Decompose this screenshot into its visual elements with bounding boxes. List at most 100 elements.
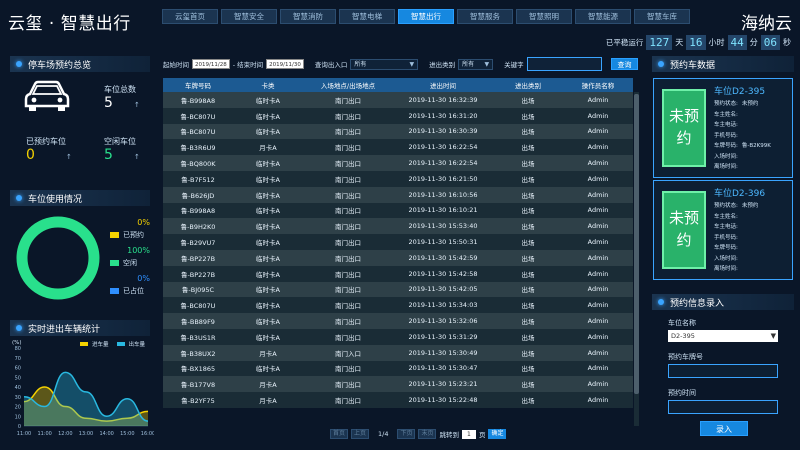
table-row[interactable]: 鲁-BJ095C 临时卡A 南门出口 2019-11-30 15:42:05 出场 Adm… [163, 281, 633, 298]
tab-travel[interactable]: 智慧出行 [398, 9, 454, 24]
realtime-chart: 0 10 20 30 40 50 60 70 80 11:00 11:00 12:00 13:00 14:… [15, 346, 154, 437]
goto-button[interactable]: 确定 [488, 429, 507, 439]
x-tick-label: 13:00 [79, 431, 93, 437]
tab-elevator[interactable]: 智慧电梯 [339, 9, 395, 24]
tab-home[interactable]: 云玺首页 [162, 9, 218, 24]
slot-field-label: 入场时间: [714, 153, 738, 160]
table-row[interactable]: 鲁-B626JD 临时卡A 南门出口 2019-11-30 16:10:56 出场 Adm… [163, 186, 633, 203]
table-row[interactable]: 鲁-B38UX2 月卡A 南门入口 2019-11-30 15:30:49 出场 Admi… [163, 344, 633, 361]
cell-card: 临时卡A [233, 313, 303, 329]
plate-input[interactable] [668, 364, 778, 378]
gate-select[interactable]: 所有 ▼ [350, 58, 419, 70]
slot-field: 车牌号码: [714, 243, 742, 251]
reserved-arrow-icon: ↑ [66, 153, 72, 161]
start-time-input[interactable]: 2019/11/28 [192, 59, 230, 69]
type-select[interactable]: 所有 ▼ [458, 58, 494, 70]
cell-time: 2019-11-30 15:50:31 [393, 234, 493, 250]
legend-free-swatch [110, 260, 119, 266]
col-time[interactable]: 进出时间 [393, 78, 493, 92]
slot-graphic: 未预约 [662, 89, 706, 167]
cell-operator: Admin [563, 186, 633, 203]
table-row[interactable]: 鲁-BC807U 临时卡A 南门出口 2019-11-30 16:31:20 出场 Adm… [163, 107, 633, 124]
col-card[interactable]: 卡类 [233, 78, 303, 92]
page-unit: 页 [478, 431, 486, 439]
keyword-input[interactable] [526, 57, 602, 71]
table-row[interactable]: 鲁-B3R6U9 月卡A 南门出口 2019-11-30 16:22:54 出场 Admi… [163, 139, 633, 156]
table-row[interactable]: 鲁-B2YF75 月卡A 南门出口 2019-11-30 15:22:48 出场 Admi… [163, 392, 633, 408]
table-row[interactable]: 鲁-B998A8 临时卡A 南门出口 2019-11-30 16:10:21 出场 Adm… [163, 202, 633, 219]
query-button[interactable]: 查询 [610, 58, 638, 70]
donut-free-ring [16, 216, 100, 300]
submit-button[interactable]: 录入 [700, 421, 748, 436]
table-row[interactable]: 鲁-BP227B 临时卡A 南门出口 2019-11-30 15:42:58 出场 Adm… [163, 265, 633, 282]
cell-card: 临时卡A [233, 107, 303, 124]
slot-status-text: 未预约 [668, 209, 699, 249]
slot-field: 车主姓名: [714, 212, 742, 220]
time-input[interactable] [668, 400, 778, 414]
scrollbar-thumb[interactable] [634, 94, 639, 394]
cell-time: 2019-11-30 15:42:58 [393, 265, 493, 282]
cell-card: 临时卡A [233, 297, 303, 314]
slot-field-label: 车主电话: [714, 224, 738, 230]
tab-fire[interactable]: 智慧消防 [280, 9, 336, 24]
tab-energy[interactable]: 智慧能源 [575, 9, 631, 24]
next-page-button[interactable]: 下页 [397, 429, 416, 439]
table-row[interactable]: 鲁-BQ800K 临时卡A 南门出口 2019-11-30 16:22:54 出场 Adm… [163, 155, 633, 171]
table-row[interactable]: 鲁-BX1865 临时卡A 南门出口 2019-11-30 15:30:47 出场 Adm… [163, 360, 633, 377]
table-row[interactable]: 鲁-BP227B 临时卡A 南门出口 2019-11-30 15:42:59 出场 Adm… [163, 249, 633, 266]
cell-card: 月卡A [233, 139, 303, 156]
slot-graphic: 未预约 [662, 191, 706, 269]
last-page-button[interactable]: 末页 [418, 429, 437, 439]
tab-service[interactable]: 智慧服务 [457, 9, 513, 24]
slot-field: 离场时间: [714, 264, 742, 272]
slot-card-d2-396[interactable]: 未预约 车位D2-396 预约状态: 未预约 车主姓名: 车主电话: 手机号码: 车牌号码… [653, 180, 793, 280]
total-spaces-value: 5 [104, 95, 113, 111]
table-row[interactable]: 鲁-B177V8 月卡A 南门出口 2019-11-30 15:23:21 出场 Admi… [163, 376, 633, 393]
cell-operator: Admin [563, 202, 633, 219]
tab-security[interactable]: 智慧安全 [221, 9, 277, 24]
table-row[interactable]: 鲁-BC807U 临时卡A 南门出口 2019-11-30 15:34:03 出场 Adm… [163, 297, 633, 314]
end-time-input[interactable]: 2019/11/30 [266, 59, 304, 69]
cell-location: 南门出口 [303, 155, 393, 171]
plate-label: 预约车牌号 [668, 353, 703, 361]
goto-label: 跳转到 [439, 431, 459, 439]
x-tick-label: 12:00 [58, 431, 72, 437]
y-tick-label: 0 [18, 424, 21, 430]
legend-occupied-pct: 0% [137, 274, 150, 283]
cell-type: 出场 [493, 170, 563, 187]
tab-lighting[interactable]: 智慧照明 [516, 9, 572, 24]
slot-name-label: 车位名称 [668, 319, 696, 327]
table-row[interactable]: 鲁-BB89F9 临时卡A 南门出口 2019-11-30 15:32:06 出场 Adm… [163, 313, 633, 329]
cell-operator: Admin [563, 392, 633, 408]
table-row[interactable]: 鲁-B998A8 临时卡A 南门出口 2019-11-30 16:32:39 出场 Adm… [163, 92, 633, 108]
y-tick-label: 70 [15, 356, 21, 362]
slot-card-d2-395[interactable]: 未预约 车位D2-395 预约状态: 未预约 车主姓名: 车主电话: 手机号码: 车牌号码… [653, 78, 793, 178]
table-row[interactable]: 鲁-B29VU7 临时卡A 南门出口 2019-11-30 15:50:31 出场 Adm… [163, 234, 633, 250]
reserved-spaces-value: 0 [26, 147, 35, 163]
table-scrollbar[interactable] [634, 92, 639, 426]
col-plate[interactable]: 车牌号码 [163, 78, 233, 92]
table-row[interactable]: 鲁-B7F512 临时卡A 南门出口 2019-11-30 16:21:50 出场 Adm… [163, 170, 633, 187]
cell-type: 出场 [493, 249, 563, 266]
cell-location: 南门出口 [303, 313, 393, 329]
first-page-button[interactable]: 首页 [330, 429, 348, 439]
cell-plate: 鲁-BB89F9 [163, 313, 233, 329]
slot-name-select[interactable]: D2-395 ▼ [668, 330, 778, 342]
cell-type: 出场 [493, 202, 563, 219]
tab-garage[interactable]: 智慧车库 [634, 9, 690, 24]
brand-logo: 海纳云 [741, 14, 792, 34]
table-row[interactable]: 鲁-B9H2K0 临时卡A 南门出口 2019-11-30 15:53:40 出场 Adm… [163, 218, 633, 235]
col-location[interactable]: 入场地点/出场地点 [303, 78, 393, 92]
table-row[interactable]: 鲁-BC807U 临时卡A 南门出口 2019-11-30 16:30:39 出场 Adm… [163, 123, 633, 140]
slot-field-value: 鲁-B2K99K [741, 143, 771, 149]
cell-location: 南门出口 [303, 265, 393, 282]
col-operator[interactable]: 操作员名称 [563, 78, 633, 92]
prev-page-button[interactable]: 上页 [351, 429, 369, 439]
goto-page-input[interactable]: 1 [461, 429, 476, 439]
cell-location: 南门出口 [303, 297, 393, 314]
gate-label: 查询出入口 [314, 61, 348, 69]
col-type[interactable]: 进出类别 [493, 78, 563, 92]
table-row[interactable]: 鲁-B3US1R 临时卡A 南门出口 2019-11-30 15:31:29 出场 Adm… [163, 328, 633, 345]
cell-time: 2019-11-30 15:32:06 [393, 313, 493, 329]
cell-operator: Admin [563, 249, 633, 266]
